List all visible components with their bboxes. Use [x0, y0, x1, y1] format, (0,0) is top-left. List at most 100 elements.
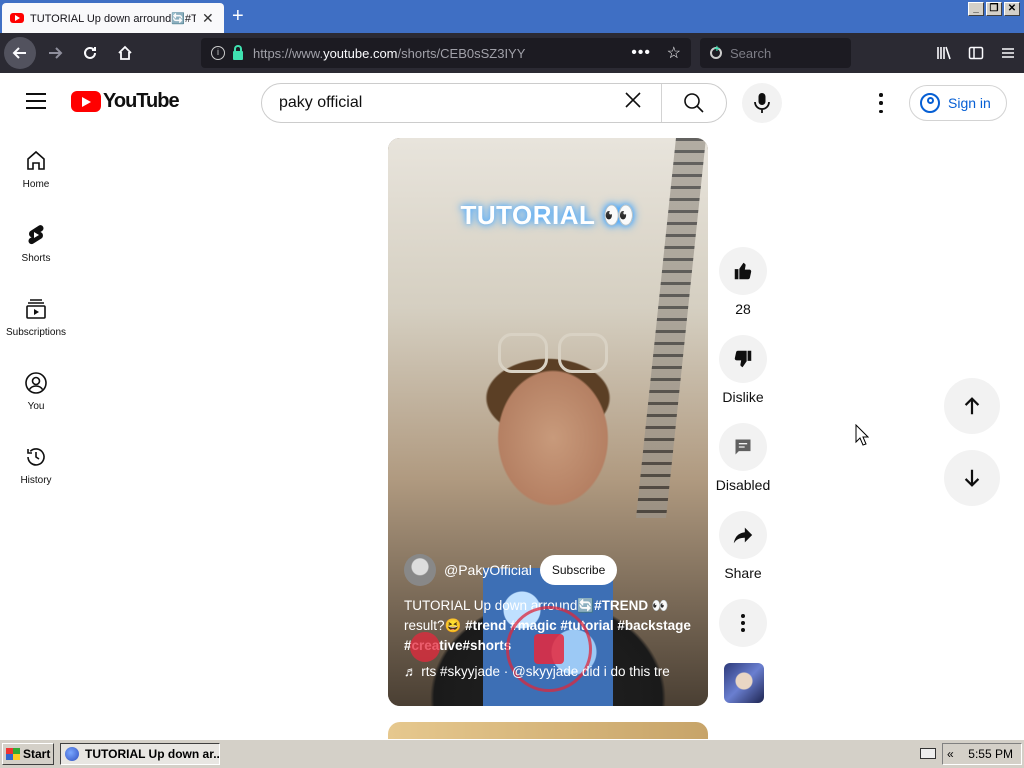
- youtube-logo[interactable]: YouTube: [71, 90, 180, 113]
- browser-tab-active[interactable]: TUTORIAL Up down arround🔄#TR ✕: [2, 3, 224, 33]
- sidebar-item-shorts[interactable]: Shorts: [0, 205, 72, 279]
- browser-search-field[interactable]: Search: [700, 38, 851, 68]
- windows-flag-icon: [6, 748, 20, 760]
- home-button[interactable]: [109, 37, 141, 69]
- taskbar-item-label: TUTORIAL Up down ar...: [85, 747, 220, 761]
- address-bar[interactable]: i https://www.youtube.com/shorts/CEB0sSZ…: [201, 38, 691, 68]
- back-button[interactable]: [4, 37, 36, 69]
- browser-home-icon: [118, 45, 132, 60]
- comments-button[interactable]: [719, 423, 767, 471]
- firefox-icon: [65, 747, 79, 761]
- sign-in-label: Sign in: [948, 95, 991, 111]
- url-prefix: https://www.: [253, 45, 324, 61]
- arrow-down-icon: [964, 469, 980, 487]
- comments-action: Disabled: [715, 423, 771, 493]
- site-info-icon[interactable]: i: [211, 46, 225, 60]
- youtube-favicon-icon: [10, 13, 24, 23]
- sidebar-item-label: Home: [22, 179, 50, 190]
- start-button[interactable]: Start: [2, 743, 54, 765]
- tab-title: TUTORIAL Up down arround🔄#TR: [30, 12, 196, 25]
- caption-hashtag-trend[interactable]: #TREND: [594, 598, 648, 613]
- subscriptions-icon: [26, 299, 46, 319]
- window-close-button[interactable]: ✕: [1004, 2, 1020, 16]
- search-engine-icon: [710, 44, 722, 59]
- browser-toolbar-right: [928, 38, 1024, 68]
- microphone-icon: [754, 93, 770, 113]
- comments-label: Disabled: [715, 477, 771, 493]
- share-button[interactable]: [719, 511, 767, 559]
- settings-more-icon[interactable]: [872, 93, 890, 113]
- home-icon: [27, 150, 45, 170]
- sidebar-item-home[interactable]: Home: [0, 131, 72, 205]
- dislike-label: Dislike: [722, 389, 764, 405]
- reload-button[interactable]: [74, 37, 106, 69]
- sidebar-item-label: Subscriptions: [5, 327, 67, 338]
- sidebar-item-history[interactable]: History: [0, 427, 72, 501]
- next-short-button[interactable]: [944, 450, 1000, 506]
- back-arrow-icon: [12, 47, 26, 59]
- shorts-icon: [28, 225, 44, 245]
- search-button[interactable]: [662, 92, 726, 114]
- channel-handle[interactable]: @PakyOfficial: [444, 562, 532, 578]
- new-tab-button[interactable]: +: [232, 6, 244, 26]
- you-icon: [25, 372, 47, 394]
- restore-button[interactable]: ❐: [986, 2, 1002, 16]
- like-button[interactable]: [719, 247, 767, 295]
- like-action: 28: [719, 247, 767, 317]
- url-text: https://www.youtube.com/shorts/CEB0sSZ3I…: [253, 46, 525, 61]
- sidebar-item-label: You: [27, 401, 45, 412]
- tab-close-icon[interactable]: ✕: [202, 10, 214, 27]
- taskbar-item-firefox[interactable]: TUTORIAL Up down ar...: [60, 743, 220, 765]
- forward-arrow-icon: [49, 47, 63, 59]
- minimize-button[interactable]: _: [968, 2, 984, 16]
- search-input[interactable]: paky official: [279, 94, 613, 112]
- previous-short-button[interactable]: [944, 378, 1000, 434]
- more-options-button[interactable]: [719, 599, 767, 647]
- mouse-cursor-icon: [855, 424, 869, 446]
- browser-tabstrip: TUTORIAL Up down arround🔄#TR ✕ + _ ❐ ✕: [0, 0, 1024, 33]
- thumbs-down-icon: [734, 350, 752, 368]
- record-stop-overlay: [506, 606, 592, 692]
- share-action: Share: [719, 511, 767, 581]
- forward-button[interactable]: [39, 37, 71, 69]
- youtube-wordmark: YouTube: [103, 90, 180, 112]
- voice-search-button[interactable]: [742, 83, 782, 123]
- browser-toolbar: i https://www.youtube.com/shorts/CEB0sSZ…: [0, 33, 1024, 73]
- history-icon: [27, 448, 45, 466]
- sidebar-item-you[interactable]: You: [0, 353, 72, 427]
- sidebar-item-subscriptions[interactable]: Subscriptions: [0, 279, 72, 353]
- dislike-button[interactable]: [719, 335, 767, 383]
- share-label: Share: [724, 565, 762, 581]
- share-icon: [733, 527, 753, 544]
- guide-menu-icon[interactable]: [26, 93, 46, 109]
- subscribe-button[interactable]: Subscribe: [539, 555, 618, 585]
- browser-search-placeholder: Search: [730, 45, 772, 61]
- taskbar: Start TUTORIAL Up down ar... « 5:55 PM: [0, 739, 1024, 768]
- start-label: Start: [23, 747, 51, 761]
- sound-thumbnail[interactable]: [724, 663, 764, 703]
- short-channel-row: @PakyOfficial Subscribe: [404, 554, 618, 586]
- bookmark-star-icon[interactable]: ☆: [667, 43, 681, 63]
- system-tray: « 5:55 PM: [942, 743, 1022, 765]
- dislike-action: Dislike: [719, 335, 767, 405]
- sign-in-button[interactable]: Sign in: [909, 85, 1007, 121]
- tray-expand-icon[interactable]: «: [947, 747, 954, 761]
- sidebar-toggle-icon[interactable]: [960, 38, 992, 68]
- app-menu-icon[interactable]: [992, 38, 1024, 68]
- more-vertical-icon: [741, 614, 745, 632]
- clock[interactable]: 5:55 PM: [968, 747, 1013, 761]
- reload-icon: [84, 46, 96, 59]
- short-video-player[interactable]: TUTORIAL 👀 @PakyOfficial Subscribe TUTOR…: [388, 138, 708, 706]
- page-actions-icon[interactable]: •••: [631, 44, 651, 62]
- channel-avatar[interactable]: [404, 554, 436, 586]
- short-music-row[interactable]: ♬ rts #skyyjade · @skyyjade did i do thi…: [404, 664, 692, 679]
- clear-search-icon[interactable]: [613, 89, 653, 117]
- youtube-search-box[interactable]: paky official: [261, 83, 727, 123]
- keyboard-icon[interactable]: [920, 748, 936, 759]
- library-icon[interactable]: [928, 38, 960, 68]
- video-subject-glasses: [498, 333, 608, 373]
- youtube-play-icon: [71, 91, 101, 112]
- search-icon: [684, 93, 704, 113]
- more-action: [719, 599, 767, 647]
- window-controls: _ ❐ ✕: [968, 2, 1020, 16]
